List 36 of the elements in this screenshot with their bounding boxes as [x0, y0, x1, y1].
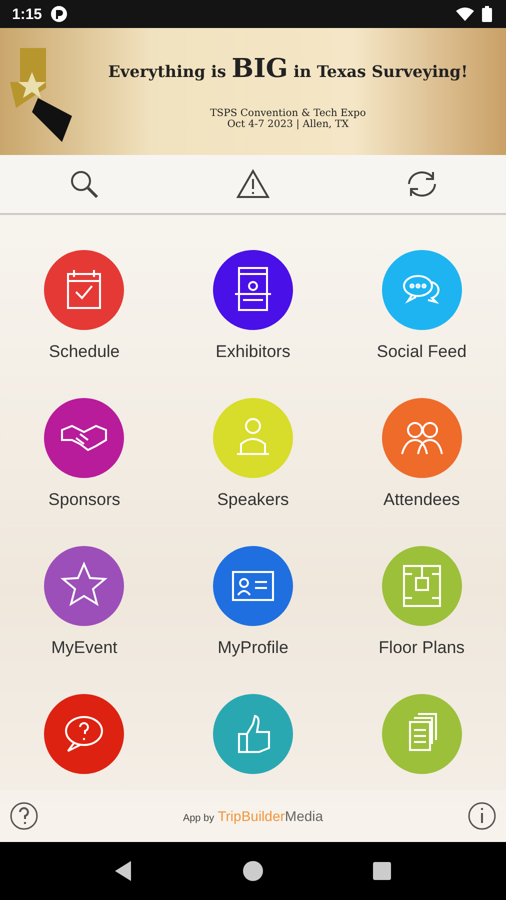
tile-label[interactable]: Floor Plans: [378, 638, 465, 658]
idcard-tile-icon[interactable]: [212, 546, 293, 626]
thumb-tile-icon[interactable]: [212, 694, 293, 774]
tile-label[interactable]: Exhibitors: [216, 342, 290, 362]
event-date: Oct 4-7 2023 | Allen, TX: [227, 118, 349, 130]
help-icon[interactable]: [9, 801, 39, 831]
recents-icon[interactable]: [373, 862, 392, 880]
docs-tile-icon[interactable]: [382, 694, 462, 774]
info-icon[interactable]: [467, 801, 497, 831]
star-tile-icon[interactable]: [44, 546, 124, 626]
warning-icon[interactable]: [236, 169, 270, 199]
wifi-icon: [456, 7, 474, 21]
people-tile-icon[interactable]: [382, 398, 462, 478]
home-icon[interactable]: [242, 860, 264, 882]
clock-text: 1:15: [12, 6, 42, 22]
search-icon[interactable]: [69, 169, 100, 199]
credit-text: App by TripBuilderMedia: [182, 808, 324, 824]
tile-label[interactable]: MyEvent: [51, 638, 118, 658]
floorplan-tile-icon[interactable]: [382, 546, 462, 626]
battery-icon: [482, 6, 492, 22]
notification-icon: [50, 5, 68, 23]
chat-tile-icon[interactable]: [382, 250, 462, 330]
tile-label[interactable]: Attendees: [383, 490, 460, 510]
banner-headline: Everything is BIG in Texas Surveying!: [108, 54, 468, 84]
tile-label[interactable]: Sponsors: [48, 490, 120, 510]
question-tile-icon[interactable]: [44, 694, 124, 774]
event-name: TSPS Convention & Tech Expo: [210, 108, 366, 118]
speaker-tile-icon[interactable]: [212, 398, 293, 478]
booth-tile-icon[interactable]: [212, 250, 293, 330]
tile-label[interactable]: Speakers: [217, 490, 289, 510]
handshake-tile-icon[interactable]: [44, 398, 124, 478]
back-icon[interactable]: [114, 861, 133, 881]
calendar-tile-icon[interactable]: [44, 250, 124, 330]
tile-label[interactable]: Social Feed: [376, 342, 467, 362]
tile-label[interactable]: MyProfile: [218, 638, 288, 658]
tile-label[interactable]: Schedule: [48, 342, 120, 362]
